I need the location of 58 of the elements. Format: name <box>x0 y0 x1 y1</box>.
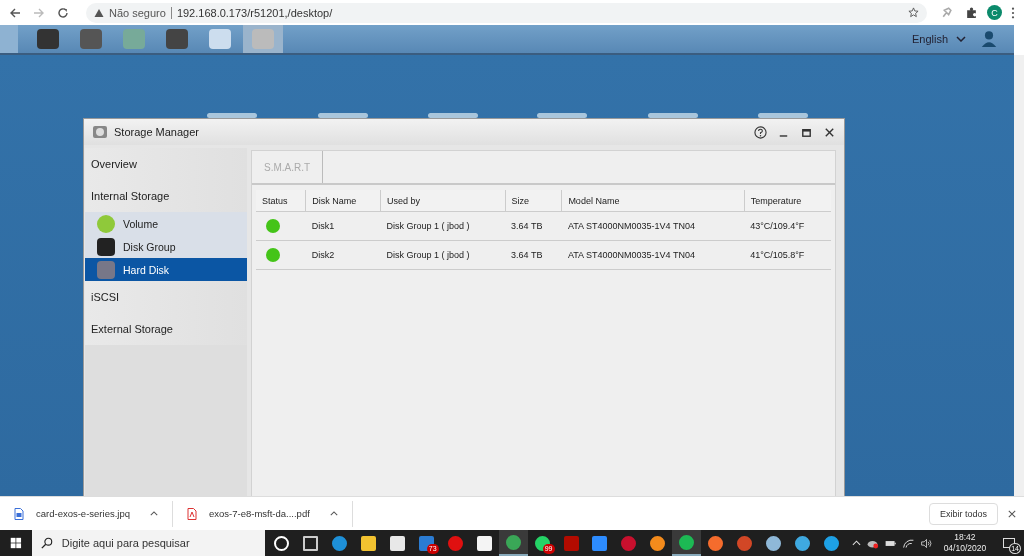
table-cell: 3.64 TB <box>505 211 562 241</box>
date-text: 04/10/2020 <box>943 543 987 554</box>
download-item[interactable]: card-exos-e-series.jpq <box>0 500 173 527</box>
puzzle-icon[interactable] <box>965 6 978 19</box>
sidebar-subitem[interactable]: Hard Disk <box>85 258 247 281</box>
user-icon[interactable] <box>980 30 998 48</box>
storage-icon <box>97 260 115 279</box>
caret-icon[interactable] <box>329 511 338 516</box>
star-icon[interactable] <box>908 7 919 18</box>
table-cell: Disk Group 1 ( jbod ) <box>380 240 506 270</box>
column-header[interactable]: Used by <box>380 190 506 212</box>
close-icon[interactable] <box>1008 509 1016 518</box>
profile-avatar[interactable]: C <box>987 5 1002 20</box>
help-icon[interactable] <box>754 125 767 139</box>
window-title: Storage Manager <box>114 126 199 138</box>
image-file-icon <box>14 507 24 520</box>
column-header[interactable]: Model Name <box>561 190 745 212</box>
windows-start-icon[interactable] <box>10 537 22 549</box>
taskbar-app[interactable] <box>672 530 702 556</box>
table-cell: 3.64 TB <box>505 240 562 270</box>
speaker-icon[interactable] <box>920 537 934 549</box>
search-icon <box>40 537 53 549</box>
scrollbar[interactable] <box>1014 55 1024 496</box>
language-selector[interactable]: English <box>911 33 948 45</box>
table-cell: Disk1 <box>305 211 381 241</box>
app-bar-handle[interactable] <box>0 25 18 53</box>
clock[interactable]: 18:42 04/10/2020 <box>939 530 991 556</box>
security-label: Não seguro <box>109 6 166 19</box>
download-item[interactable]: exos-7-e8-msft-da....pdf <box>173 500 353 527</box>
menu-icon[interactable] <box>1011 6 1015 19</box>
column-header[interactable]: Temperature <box>744 190 831 212</box>
search-field[interactable]: Digite aqui para pesquisar <box>31 530 265 556</box>
chevron-down-icon[interactable] <box>956 36 966 42</box>
table-cell: ATA ST4000NM0035-1V4 TN04 <box>561 240 745 270</box>
address-bar[interactable]: Não seguro 192.168.0.173/r51201,/desktop/ <box>86 2 927 23</box>
storage-icon <box>97 237 115 256</box>
table-cell: 43°C/109.4°F <box>744 211 831 241</box>
taskbar-app[interactable] <box>498 530 528 556</box>
table-cell: 41°C/105.8°F <box>744 240 831 270</box>
caret-icon[interactable] <box>150 511 158 516</box>
warning-icon <box>94 7 104 18</box>
chevron-up-icon[interactable] <box>852 540 862 546</box>
show-all-button[interactable]: Exibir todos <box>928 502 998 525</box>
storage-icon <box>97 214 115 233</box>
table-cell: Disk2 <box>305 240 381 270</box>
reload-icon[interactable] <box>57 6 69 19</box>
url-text: 192.168.0.173/r51201,/desktop/ <box>176 6 334 19</box>
wifi-icon[interactable] <box>902 537 916 549</box>
sidebar-subitem[interactable]: Disk Group <box>85 235 247 258</box>
sidebar-subitem[interactable]: Volume <box>85 212 247 235</box>
column-header[interactable]: Status <box>256 190 306 212</box>
pdf-file-icon <box>187 507 197 520</box>
time-text: 18:42 <box>954 532 976 543</box>
table-cell: ATA ST4000NM0035-1V4 TN04 <box>561 211 745 241</box>
back-icon[interactable] <box>9 6 21 19</box>
column-header[interactable]: Disk Name <box>305 190 381 212</box>
table-cell: Disk Group 1 ( jbod ) <box>380 211 506 241</box>
column-header[interactable]: Size <box>505 190 562 212</box>
